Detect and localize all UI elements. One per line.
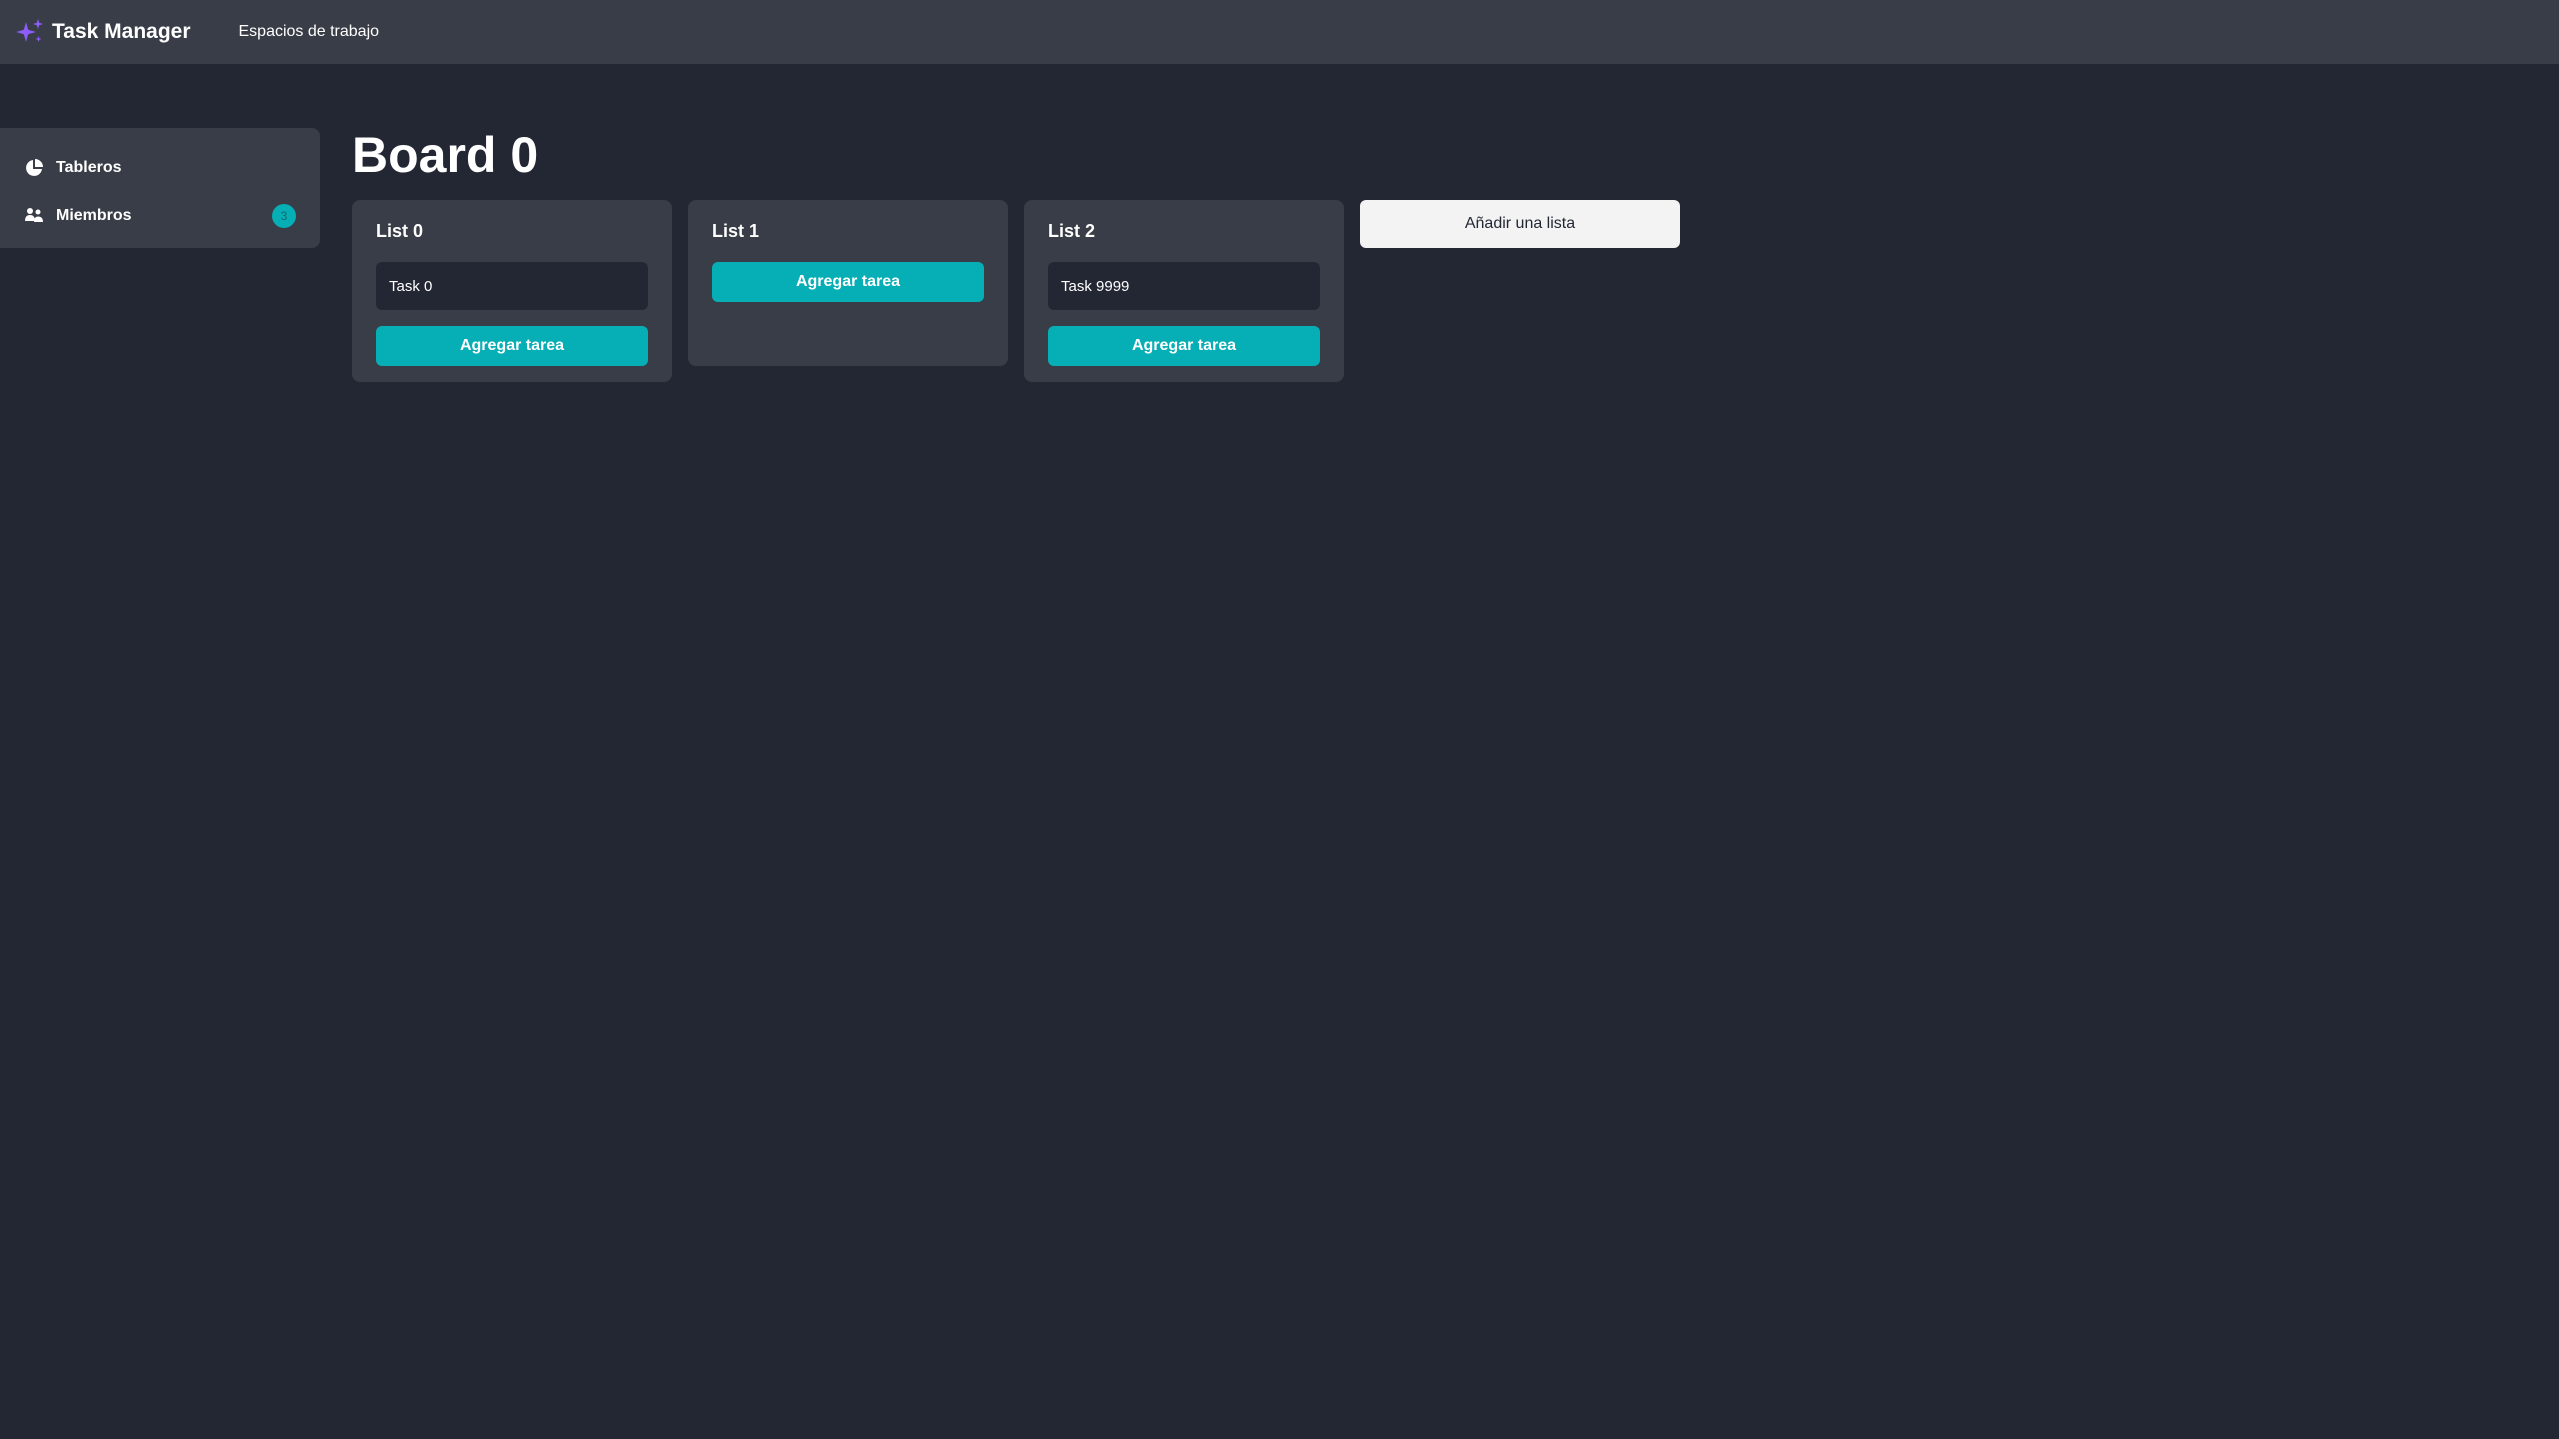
add-task-button[interactable]: Agregar tarea	[376, 326, 648, 366]
add-list-button[interactable]: Añadir una lista	[1360, 200, 1680, 248]
app-brand[interactable]: Task Manager	[14, 16, 191, 48]
sidebar-item-label: Tableros	[56, 159, 122, 176]
boards-icon	[26, 159, 43, 176]
task-card[interactable]: Task 0	[376, 262, 648, 310]
sidebar-item-members[interactable]: Miembros 3	[0, 192, 320, 240]
list-column: List 0 Task 0 Agregar tarea	[352, 200, 672, 382]
members-icon	[25, 208, 43, 222]
nav-workspaces-link[interactable]: Espacios de trabajo	[239, 23, 380, 41]
sparkle-icon	[16, 19, 43, 42]
add-task-button[interactable]: Agregar tarea	[712, 262, 984, 302]
list-title: List 2	[1048, 221, 1096, 241]
board-lists: List 0 Task 0 Agregar tarea List 1 Agreg…	[352, 200, 1680, 382]
sidebar-item-label: Miembros	[56, 207, 132, 224]
task-card[interactable]: Task 9999	[1048, 262, 1320, 310]
list-column: List 1 Agregar tarea	[688, 200, 1008, 366]
top-bar: Task Manager Espacios de trabajo	[0, 0, 2559, 64]
list-column: List 2 Task 9999 Agregar tarea	[1024, 200, 1344, 382]
sidebar: Tableros Miembros 3	[0, 128, 320, 248]
add-task-button[interactable]: Agregar tarea	[1048, 326, 1320, 366]
members-count-badge: 3	[272, 204, 296, 228]
sidebar-item-boards[interactable]: Tableros	[0, 144, 320, 192]
board-title: Board 0	[352, 127, 539, 183]
app-title: Task Manager	[52, 20, 191, 43]
list-title: List 1	[712, 221, 760, 241]
list-title: List 0	[376, 221, 424, 241]
